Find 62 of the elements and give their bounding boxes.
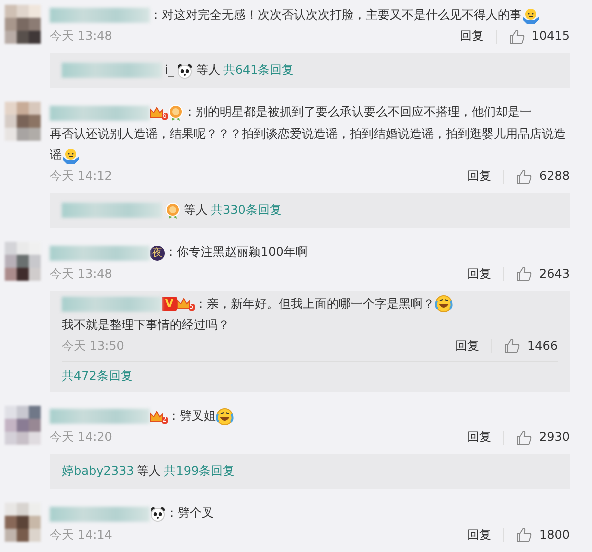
thumbs-up-icon <box>504 338 520 354</box>
crown-icon <box>150 410 164 423</box>
timestamp: 今天 13:50 <box>62 338 124 355</box>
comment-text: 对这对完全无感！次次否认次次打脸，主要又不是什么见不得人的事 <box>162 8 522 22</box>
shrug-emoji-icon <box>522 8 540 24</box>
thumbs-up-icon <box>516 527 532 544</box>
reply-link[interactable]: 回复 <box>467 166 492 188</box>
reply-text: 过吗？ <box>194 318 230 332</box>
summary-text: i_ <box>165 63 174 78</box>
comment-text: 劈个叉 <box>178 506 214 521</box>
like-button[interactable]: 1800 <box>516 524 570 546</box>
like-button[interactable]: 2930 <box>516 427 570 448</box>
summary-text: 等人 <box>137 464 162 478</box>
comment-text: ： <box>168 409 180 424</box>
reply-link[interactable]: 回复 <box>467 427 492 448</box>
comment-text: 劈叉姐 <box>180 409 216 424</box>
comment-text: ： <box>184 106 196 120</box>
timestamp: 今天 13:48 <box>50 28 112 46</box>
timestamp: 今天 14:12 <box>50 168 112 186</box>
medal-icon <box>165 202 181 219</box>
panda-icon <box>150 506 166 522</box>
like-button[interactable]: 6288 <box>516 166 570 188</box>
reply-link[interactable]: 回复 <box>467 524 492 546</box>
verified-badge: V <box>162 297 177 312</box>
crown-icon <box>150 107 164 120</box>
laughing-emoji-icon <box>216 408 234 426</box>
avatar <box>5 503 41 542</box>
avatar <box>5 5 41 44</box>
shrug-emoji-icon <box>62 148 80 164</box>
summary-text: 等人 <box>196 63 220 78</box>
comment-text: 谣 <box>50 148 62 162</box>
comment-text: 再否认还说别人造谣，结果呢？？？拍到谈恋爱说造谣，拍到结婚说造谣，拍到逛婴儿用品店说造 <box>50 126 566 141</box>
medal-icon <box>168 105 184 122</box>
reply-text: 我不就是整理下事情的经 <box>62 318 194 332</box>
thumbs-up-icon <box>516 430 532 446</box>
comment-text: ： <box>166 506 178 521</box>
reply-text: 亲，新年好。但我上面的哪一个字是黑啊？ <box>207 296 435 311</box>
comment-text: 别的明星都是被抓到了要么承认要么不回应不搭理，他们却是一 <box>196 106 532 120</box>
reply-link[interactable]: 回复 <box>460 26 484 48</box>
like-button[interactable]: 2643 <box>516 264 570 285</box>
comment-text: ： <box>150 8 162 22</box>
night-badge: 夜 <box>150 246 165 261</box>
thumbs-up-icon <box>516 266 532 282</box>
laughing-emoji-icon <box>435 295 453 314</box>
avatar <box>5 242 41 282</box>
timestamp: 今天 14:20 <box>50 429 112 446</box>
like-button[interactable]: 1466 <box>504 336 558 357</box>
reply-link[interactable]: 回复 <box>455 336 480 357</box>
thumbs-up-icon <box>508 28 525 45</box>
avatar <box>5 102 41 142</box>
timestamp: 今天 14:14 <box>50 526 112 544</box>
thumbs-up-icon <box>516 168 532 185</box>
summary-text: 等人 <box>184 203 208 218</box>
reply-link[interactable]: 回复 <box>467 264 492 285</box>
like-button[interactable]: 10415 <box>508 26 570 48</box>
comment-text: ： <box>165 246 177 260</box>
timestamp: 今天 13:48 <box>50 266 112 283</box>
crown-icon <box>177 298 191 310</box>
panda-icon <box>177 62 194 79</box>
avatar <box>5 406 41 445</box>
reply-text: ： <box>195 296 207 311</box>
comment-text: 你专注黑赵丽颖100年啊 <box>177 246 308 260</box>
